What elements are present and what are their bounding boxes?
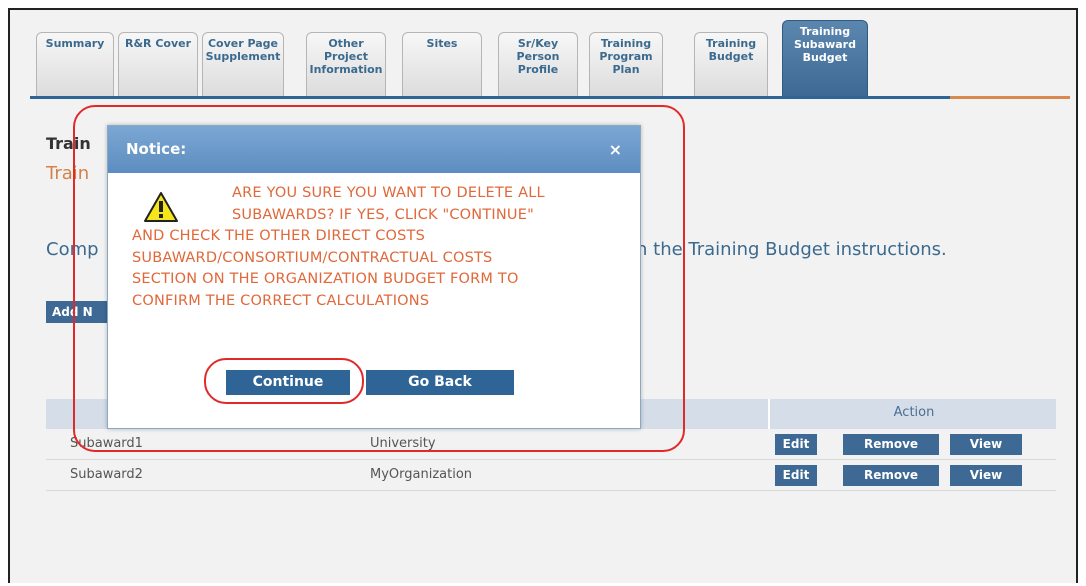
- go-back-button[interactable]: Go Back: [366, 370, 514, 395]
- message-line: CONFIRM THE CORRECT CALCULATIONS: [132, 292, 430, 309]
- table-row: Subaward2 MyOrganization Edit Remove Vie…: [46, 460, 1056, 491]
- add-subaward-button[interactable]: Add N: [46, 301, 116, 323]
- dialog-title: Notice:: [126, 140, 187, 158]
- tab-summary[interactable]: Summary: [36, 32, 114, 96]
- close-icon[interactable]: ×: [609, 126, 622, 173]
- dialog-message: ARE YOU SURE YOU WANT TO DELETE ALL SUBA…: [132, 183, 632, 312]
- dialog-title-bar: Notice: ×: [108, 126, 640, 173]
- continue-button[interactable]: Continue: [226, 370, 350, 395]
- remove-button[interactable]: Remove: [843, 465, 939, 486]
- message-line: SUBAWARD/CONSORTIUM/CONTRACTUAL COSTS: [132, 249, 493, 266]
- tab-label: R&R Cover: [124, 37, 192, 50]
- tab-underline: [30, 96, 950, 99]
- tab-sites[interactable]: Sites: [402, 32, 482, 96]
- subaward-name: Subaward2: [70, 467, 143, 482]
- action-header-label: Action: [893, 405, 935, 420]
- tab-label: Other Project Information: [309, 37, 383, 76]
- message-line: SECTION ON THE ORGANIZATION BUDGET FORM …: [132, 271, 519, 287]
- tab-label: Training Budget: [705, 37, 757, 63]
- tab-label: Training Subaward Budget: [794, 25, 856, 64]
- tab-label: Training Program Plan: [599, 37, 653, 76]
- edit-button[interactable]: Edit: [775, 434, 817, 455]
- view-button[interactable]: View: [950, 434, 1022, 455]
- notice-dialog: Notice: × ARE YOU SURE YOU WANT TO DELET…: [107, 125, 641, 429]
- remove-button[interactable]: Remove: [843, 434, 939, 455]
- tab-rr-cover[interactable]: R&R Cover: [118, 32, 198, 96]
- edit-button[interactable]: Edit: [775, 465, 817, 486]
- tab-label: Summary: [45, 37, 105, 50]
- tab-training-subaward-budget[interactable]: Training Subaward Budget: [782, 20, 868, 96]
- page-subtitle: Train: [46, 163, 90, 184]
- subaward-name: Subaward1: [70, 436, 143, 451]
- tab-label: Sites: [426, 37, 458, 50]
- table-row: Subaward1 University Edit Remove View: [46, 429, 1056, 460]
- page-title: Train: [46, 134, 91, 153]
- tab-sr-key-person-profile[interactable]: Sr/Key Person Profile: [498, 32, 578, 96]
- view-button[interactable]: View: [950, 465, 1022, 486]
- instructions-text-tail: n the Training Budget instructions.: [636, 239, 947, 260]
- tab-label: Cover Page Supplement: [205, 37, 281, 63]
- tab-label: Sr/Key Person Profile: [516, 37, 560, 76]
- tab-cover-page-supplement[interactable]: Cover Page Supplement: [202, 32, 284, 96]
- message-line: SUBAWARDS? IF YES, CLICK "CONTINUE": [232, 206, 534, 223]
- message-line: AND CHECK THE OTHER DIRECT COSTS: [132, 228, 425, 244]
- subaward-organization: MyOrganization: [370, 467, 473, 482]
- tab-underline-accent: [950, 96, 1070, 99]
- action-column-header: Action: [768, 399, 1058, 429]
- tab-training-program-plan[interactable]: Training Program Plan: [589, 32, 663, 96]
- tab-training-budget[interactable]: Training Budget: [694, 32, 768, 96]
- message-line: ARE YOU SURE YOU WANT TO DELETE ALL: [232, 185, 545, 201]
- subaward-organization: University: [370, 436, 436, 451]
- tab-strip: Summary R&R Cover Cover Page Supplement …: [30, 20, 1086, 98]
- tab-other-project-information[interactable]: Other Project Information: [306, 32, 386, 96]
